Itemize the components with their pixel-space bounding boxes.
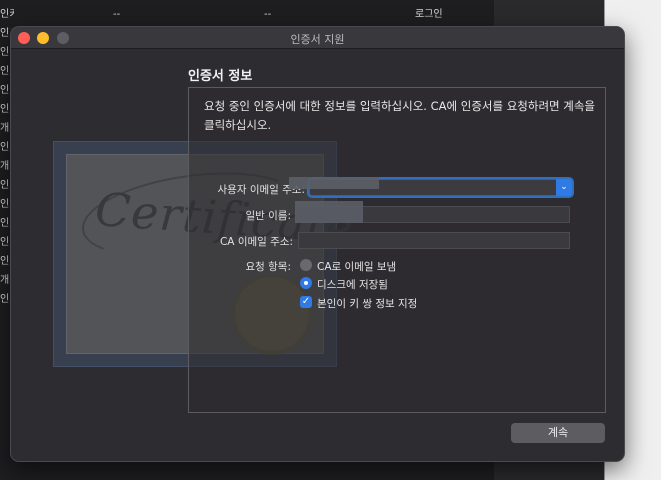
- certificate-info-panel: 요청 중인 인증서에 대한 정보를 입력하십시오. CA에 인증서를 요청하려면…: [188, 87, 606, 413]
- list-item[interactable]: 인키 -- -- 로그인: [0, 5, 494, 24]
- redacted-email: [289, 177, 379, 189]
- list-cell: 로그인: [415, 9, 443, 20]
- common-name-label: 일반 이름:: [245, 210, 291, 222]
- list-cell: 인키: [0, 9, 14, 20]
- radio-saved-to-disk-label[interactable]: 디스크에 저장됨: [317, 277, 388, 292]
- specify-key-pair-checkbox[interactable]: ✓: [300, 296, 312, 308]
- ca-email-label: CA 이메일 주소:: [219, 236, 293, 248]
- title-bar: 인증서 지원: [11, 27, 624, 49]
- intro-text: 요청 중인 인증서에 대한 정보를 입력하십시오. CA에 인증서를 요청하려면…: [204, 99, 596, 132]
- redacted-name: [295, 201, 363, 223]
- chevron-down-icon[interactable]: ⌄: [556, 179, 572, 196]
- request-label: 요청 항목:: [245, 261, 291, 273]
- radio-email-to-ca[interactable]: [300, 259, 312, 271]
- radio-email-to-ca-label[interactable]: CA로 이메일 보냄: [317, 259, 396, 274]
- list-cell: --: [113, 9, 121, 20]
- ca-email-field[interactable]: [298, 232, 570, 249]
- list-cell: --: [264, 9, 272, 20]
- certificate-assistant-window: 인증서 지원 Certificate 인증서 정보 요청 중인 인증서에 대한 …: [10, 26, 625, 462]
- window-title: 인증서 지원: [290, 33, 345, 46]
- continue-button[interactable]: 계속: [511, 423, 605, 443]
- radio-saved-to-disk[interactable]: [300, 277, 312, 289]
- specify-key-pair-label[interactable]: 본인이 키 쌍 정보 지정: [317, 296, 417, 311]
- section-title: 인증서 정보: [188, 69, 253, 84]
